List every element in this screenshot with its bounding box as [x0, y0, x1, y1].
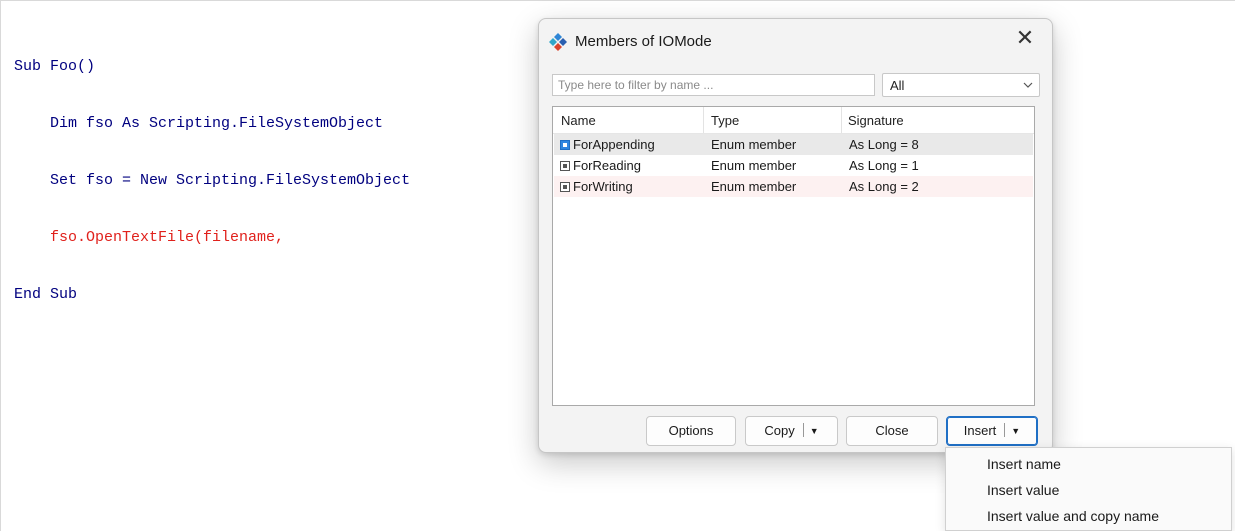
caret-down-icon[interactable]: ▼: [1011, 417, 1020, 445]
enum-member-icon: [560, 182, 570, 192]
app-diamonds-icon: [549, 33, 567, 51]
code-line-error: fso.OpenTextFile(filename,: [14, 229, 285, 246]
column-header-signature[interactable]: Signature: [848, 113, 904, 128]
split-divider: [802, 423, 804, 437]
list-item[interactable]: ForAppending Enum member As Long = 8: [554, 134, 1033, 155]
menu-item-insert-value[interactable]: Insert value: [946, 476, 1231, 502]
dialog-titlebar[interactable]: Members of IOMode ✕: [539, 19, 1052, 63]
filter-input[interactable]: [552, 74, 875, 96]
member-name: ForAppending: [573, 137, 655, 152]
insert-dropdown-menu: Insert name Insert value Insert value an…: [945, 447, 1232, 531]
list-item[interactable]: ForReading Enum member As Long = 1: [554, 155, 1033, 176]
split-divider: [1004, 423, 1006, 437]
member-name-cell: ForWriting: [560, 179, 633, 194]
caret-down-icon[interactable]: ▼: [810, 417, 819, 445]
options-button[interactable]: Options: [646, 416, 736, 446]
close-icon[interactable]: ✕: [1014, 28, 1036, 50]
member-signature: As Long = 2: [849, 179, 919, 194]
member-signature: As Long = 8: [849, 137, 919, 152]
member-type: Enum member: [711, 158, 797, 173]
code-line: Sub Foo(): [14, 58, 96, 75]
member-kind-select[interactable]: All: [882, 73, 1040, 97]
copy-split-button[interactable]: Copy ▼: [745, 416, 838, 446]
member-type: Enum member: [711, 179, 797, 194]
column-header-type[interactable]: Type: [711, 113, 739, 128]
options-button-label: Options: [668, 423, 714, 438]
menu-item-label: Insert value and copy name: [987, 508, 1159, 524]
enum-member-icon: [560, 140, 570, 150]
member-signature: As Long = 1: [849, 158, 919, 173]
code-line: End Sub: [14, 286, 78, 303]
menu-item-insert-name[interactable]: Insert name: [946, 450, 1231, 476]
member-name: ForReading: [573, 158, 641, 173]
column-divider[interactable]: [841, 107, 842, 133]
code-line: Dim fso As Scripting.FileSystemObject: [14, 115, 384, 132]
member-name-cell: ForReading: [560, 158, 641, 173]
menu-item-label: Insert value: [987, 482, 1060, 498]
enum-member-icon: [560, 161, 570, 171]
code-line: Set fso = New Scripting.FileSystemObject: [14, 172, 411, 189]
code-block[interactable]: Sub Foo() Dim fso As Scripting.FileSyste…: [14, 19, 410, 342]
column-header-name[interactable]: Name: [561, 113, 596, 128]
copy-button-label: Copy: [764, 423, 795, 438]
list-header: Name Type Signature: [553, 107, 1034, 134]
close-button-label: Close: [875, 423, 909, 438]
member-name: ForWriting: [573, 179, 633, 194]
dialog-title: Members of IOMode: [575, 33, 712, 50]
column-divider[interactable]: [703, 107, 704, 133]
menu-item-label: Insert name: [987, 456, 1061, 472]
menu-item-insert-value-copy-name[interactable]: Insert value and copy name: [946, 502, 1231, 528]
insert-button-label: Insert: [963, 423, 997, 438]
list-item[interactable]: ForWriting Enum member As Long = 2: [554, 176, 1033, 197]
member-kind-select-value: All: [890, 78, 905, 93]
members-dialog: Members of IOMode ✕ All Name Type Signat…: [538, 18, 1053, 453]
close-button[interactable]: Close: [846, 416, 938, 446]
chevron-down-icon: [1023, 82, 1033, 88]
member-type: Enum member: [711, 137, 797, 152]
member-name-cell: ForAppending: [560, 137, 655, 152]
insert-split-button[interactable]: Insert ▼: [946, 416, 1038, 446]
members-list[interactable]: Name Type Signature ForAppending Enum me…: [552, 106, 1035, 406]
